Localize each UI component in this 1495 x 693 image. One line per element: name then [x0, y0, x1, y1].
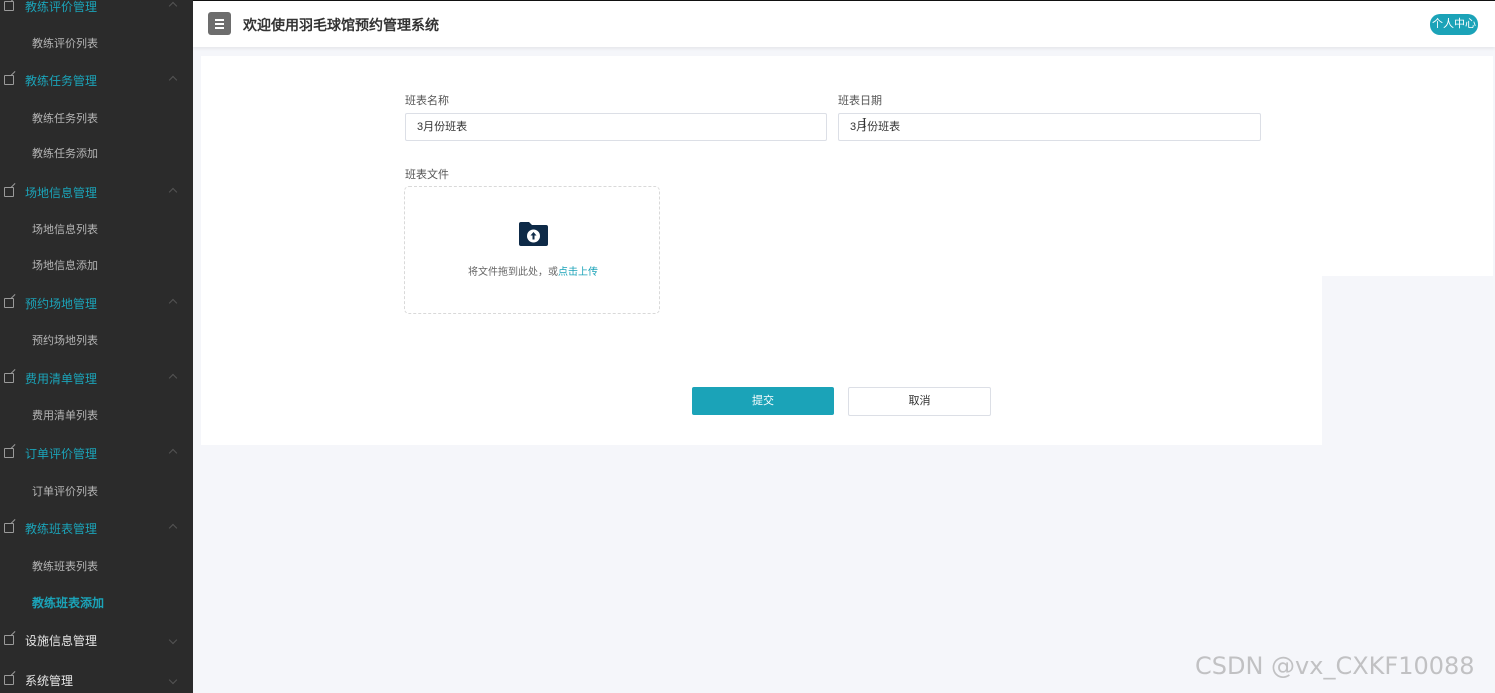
sidebar-group-system[interactable]: 系统管理	[0, 662, 193, 693]
sidebar-group-venue-booking[interactable]: 预约场地管理	[0, 285, 193, 321]
sidebar-group-venue-info[interactable]: 场地信息管理	[0, 174, 193, 210]
edit-icon	[4, 373, 14, 383]
sidebar-group-coach-review[interactable]: 教练评价管理	[0, 0, 193, 24]
sidebar: 教练评价管理 教练评价列表 教练任务管理 教练任务列表 教练任务添加 场地信息管…	[0, 0, 193, 693]
form-card-extension	[1322, 56, 1493, 276]
top-header: 欢迎使用羽毛球馆预约管理系统 个人中心	[193, 0, 1495, 47]
schedule-date-label: 班表日期	[838, 95, 882, 107]
text-cursor-icon: I	[862, 116, 867, 130]
sidebar-item-fee-list[interactable]: 费用清单列表	[0, 400, 193, 430]
upload-click-link[interactable]: 点击上传	[558, 267, 598, 278]
sidebar-item-venue-booking-list[interactable]: 预约场地列表	[0, 325, 193, 355]
cancel-button[interactable]: 取消	[848, 387, 991, 416]
edit-icon	[4, 1, 14, 11]
chevron-down-icon	[168, 635, 178, 645]
chevron-up-icon	[168, 75, 178, 85]
submit-button[interactable]: 提交	[692, 387, 834, 415]
chevron-up-icon	[168, 187, 178, 197]
schedule-date-field[interactable]	[850, 120, 1260, 132]
edit-icon	[4, 187, 14, 197]
sidebar-item-coach-schedule-add[interactable]: 教练班表添加	[0, 587, 193, 617]
chevron-up-icon	[168, 1, 178, 11]
schedule-date-input[interactable]	[838, 113, 1261, 141]
chevron-up-icon	[168, 298, 178, 308]
schedule-name-input[interactable]	[405, 113, 827, 141]
sidebar-group-order-review[interactable]: 订单评价管理	[0, 435, 193, 471]
sidebar-group-facility-info[interactable]: 设施信息管理	[0, 622, 193, 658]
watermark: CSDN @vx_CXKF10088	[1195, 652, 1475, 680]
edit-icon	[4, 635, 14, 645]
schedule-file-label: 班表文件	[405, 169, 449, 181]
sidebar-item-order-review-list[interactable]: 订单评价列表	[0, 476, 193, 506]
edit-icon	[4, 523, 14, 533]
chevron-down-icon	[168, 675, 178, 685]
schedule-name-field[interactable]	[417, 120, 826, 132]
schedule-name-label: 班表名称	[405, 95, 449, 107]
chevron-up-icon	[168, 373, 178, 383]
folder-upload-icon	[519, 222, 548, 246]
upload-hint: 将文件拖到此处，或点击上传	[468, 267, 598, 278]
user-center-button[interactable]: 个人中心	[1430, 14, 1478, 35]
chevron-up-icon	[168, 448, 178, 458]
edit-icon	[4, 75, 14, 85]
sidebar-group-coach-schedule[interactable]: 教练班表管理	[0, 510, 193, 546]
chevron-up-icon	[168, 523, 178, 533]
hamburger-icon[interactable]	[208, 12, 231, 35]
sidebar-group-fee-list[interactable]: 费用清单管理	[0, 360, 193, 396]
edit-icon	[4, 298, 14, 308]
sidebar-item-venue-info-list[interactable]: 场地信息列表	[0, 214, 193, 244]
sidebar-item-coach-schedule-list[interactable]: 教练班表列表	[0, 551, 193, 581]
sidebar-item-coach-task-add[interactable]: 教练任务添加	[0, 138, 193, 168]
file-upload-dropzone[interactable]: 将文件拖到此处，或点击上传	[404, 186, 660, 314]
edit-icon	[4, 675, 14, 685]
edit-icon	[4, 448, 14, 458]
sidebar-item-venue-info-add[interactable]: 场地信息添加	[0, 250, 193, 280]
page-title: 欢迎使用羽毛球馆预约管理系统	[243, 17, 439, 33]
sidebar-item-coach-review-list[interactable]: 教练评价列表	[0, 28, 193, 58]
sidebar-group-coach-task[interactable]: 教练任务管理	[0, 62, 193, 98]
sidebar-item-coach-task-list[interactable]: 教练任务列表	[0, 103, 193, 133]
